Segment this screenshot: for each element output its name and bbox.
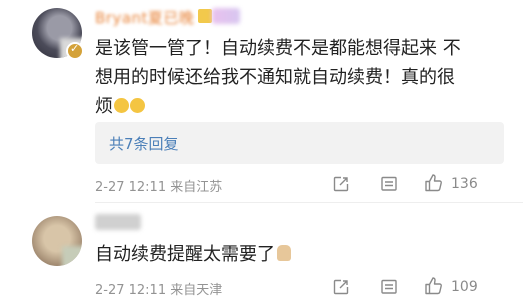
view-replies-link[interactable]: 共7条回复 [109,133,179,154]
comment-text-end: 烦 [95,96,113,117]
user-tag-icon [198,9,212,23]
user-badge-icon [212,8,240,24]
divider [95,202,523,203]
like-icon[interactable] [424,276,444,296]
dizzy-emoji-icon [130,98,145,113]
share-icon[interactable] [332,175,350,193]
like-count: 136 [451,176,478,192]
comment-meta: 2-27 12:11 来自江苏 [95,180,223,195]
comment-text-line: 自动续费提醒太需要了 [95,244,275,265]
verified-badge-icon [66,42,84,60]
comment-username[interactable]: Bryant夏已晚 [95,7,194,28]
avatar[interactable] [32,216,82,266]
comment-text: 是该管一管了！自动续费不是都能想得起来 不 想用的时候还给我不通知就自动续费！真… [95,34,461,121]
comment-icon[interactable] [380,175,398,193]
victory-hand-icon [277,245,291,261]
like-icon[interactable] [424,173,444,193]
comment-text: 自动续费提醒太需要了 [95,240,291,269]
comment-text-line: 想用的时候还给我不通知就自动续费！真的很 [95,67,455,88]
comment-icon[interactable] [380,278,398,296]
comment-text-line: 烦 [95,92,461,121]
like-count: 109 [451,279,478,295]
comment-username[interactable] [95,214,141,230]
comment-text-line: 是该管一管了！自动续费不是都能想得起来 不 [95,38,461,59]
dizzy-emoji-icon [114,98,129,113]
replies-box[interactable]: 共7条回复 [95,122,504,164]
comment-meta: 2-27 12:11 来自天津 [95,283,223,298]
share-icon[interactable] [332,278,350,296]
